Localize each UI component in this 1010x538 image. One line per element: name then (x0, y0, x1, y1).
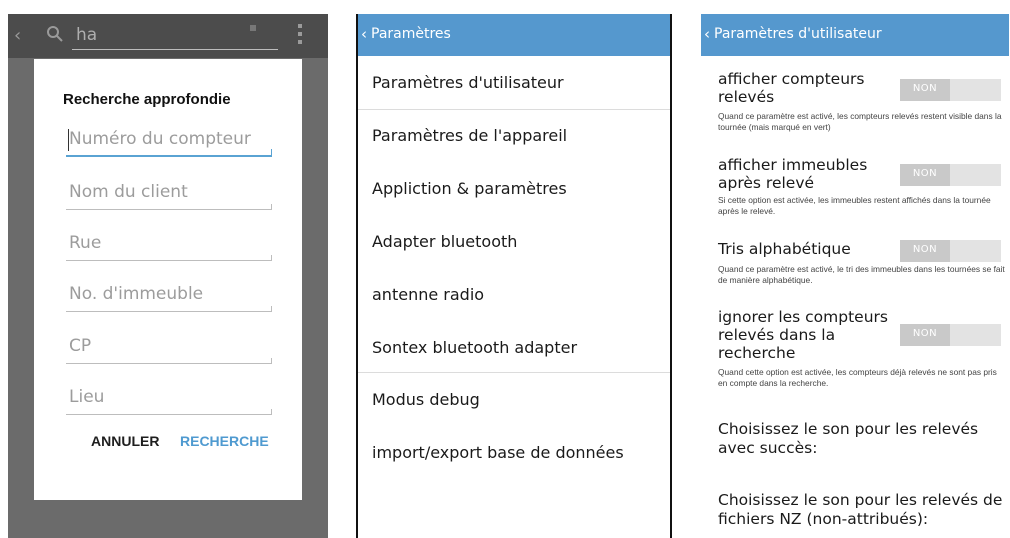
menu-item-debug-mode[interactable]: Modus debug (358, 373, 670, 426)
cancel-button[interactable]: ANNULER (91, 433, 159, 449)
dialog-title: Recherche approfondie (63, 91, 231, 108)
setting-title: afficher immeubles après relevé (718, 156, 868, 192)
menu-item-application-settings[interactable]: Appliction & paramètres (358, 162, 670, 215)
meter-number-placeholder: Numéro du compteur (69, 129, 251, 149)
menu-item-label: Modus debug (372, 390, 480, 409)
toggle-state-label: NON (912, 244, 938, 255)
setting-description: Quand ce paramètre est activé, les compt… (718, 111, 1002, 132)
setting-description: Quand cette option est activée, les comp… (718, 367, 997, 388)
settings-title-bar[interactable]: ‹ Paramètres (358, 14, 670, 56)
setting-title: ignorer les compteurs relevés dans la re… (718, 308, 888, 362)
overflow-menu-icon[interactable] (298, 24, 302, 48)
back-chevron-icon[interactable]: ‹ (14, 25, 21, 46)
ignore-read-meters-toggle[interactable]: NON (900, 324, 1001, 346)
advanced-search-dialog: Recherche approfondie Numéro du compteur… (34, 59, 302, 500)
user-settings-title-bar[interactable]: ‹ Paramètres d'utilisateur (701, 14, 1009, 56)
customer-name-field[interactable]: Nom du client (66, 180, 272, 210)
customer-name-placeholder: Nom du client (69, 182, 188, 202)
settings-screen: ‹ Paramètres Paramètres d'utilisateur Pa… (356, 14, 672, 538)
menu-item-label: Paramètres de l'appareil (372, 126, 568, 145)
menu-item-import-export[interactable]: import/export base de données (358, 426, 670, 479)
search-query-text: ha (76, 25, 98, 45)
clear-query-icon[interactable] (250, 25, 256, 31)
setting-description: Quand ce paramètre est activé, le tri de… (718, 264, 1005, 285)
menu-item-label: Paramètres d'utilisateur (372, 73, 564, 92)
menu-item-radio-antenna[interactable]: antenne radio (358, 268, 670, 321)
search-query-field[interactable]: ha (72, 22, 278, 50)
menu-item-bluetooth-adapter[interactable]: Adapter bluetooth (358, 215, 670, 268)
setting-description: Si cette option est activée, les immeubl… (718, 195, 991, 216)
menu-item-label: antenne radio (372, 285, 485, 304)
back-chevron-icon[interactable]: ‹ (361, 25, 367, 43)
setting-title: Tris alphabétique (718, 240, 851, 258)
toggle-state-label: NON (912, 328, 938, 339)
city-field[interactable]: Lieu (66, 385, 272, 415)
search-screen: ‹ ha Recherche approfondie Numéro du com… (8, 14, 328, 538)
settings-title: Paramètres (371, 26, 451, 42)
menu-item-device-settings[interactable]: Paramètres de l'appareil (358, 109, 670, 162)
search-action-bar: ‹ ha (8, 14, 328, 58)
user-settings-screen: ‹ Paramètres d'utilisateur afficher comp… (701, 14, 1009, 538)
search-button[interactable]: RECHERCHE (180, 433, 269, 449)
menu-item-label: import/export base de données (372, 443, 624, 462)
sound-success-setting[interactable]: Choisissez le son pour les relevés avec … (718, 420, 1006, 458)
search-icon (47, 26, 63, 42)
building-number-field[interactable]: No. d'immeuble (66, 282, 272, 312)
menu-item-label: Appliction & paramètres (372, 179, 567, 198)
building-number-placeholder: No. d'immeuble (69, 284, 204, 304)
sound-nz-setting[interactable]: Choisissez le son pour les relevés de fi… (718, 491, 1006, 529)
street-field[interactable]: Rue (66, 231, 272, 261)
setting-title: afficher compteurs relevés (718, 70, 865, 106)
show-buildings-toggle[interactable]: NON (900, 164, 1001, 186)
toggle-state-label: NON (912, 83, 938, 94)
menu-item-user-settings[interactable]: Paramètres d'utilisateur (358, 56, 670, 109)
postal-code-field[interactable]: CP (66, 334, 272, 364)
menu-item-sontex-adapter[interactable]: Sontex bluetooth adapter (358, 321, 670, 374)
show-read-meters-toggle[interactable]: NON (900, 79, 1001, 101)
city-placeholder: Lieu (69, 387, 105, 407)
meter-number-field[interactable]: Numéro du compteur (66, 127, 272, 157)
toggle-state-label: NON (912, 168, 938, 179)
back-chevron-icon[interactable]: ‹ (704, 25, 710, 43)
alphabetical-sort-toggle[interactable]: NON (900, 240, 1001, 262)
menu-item-label: Sontex bluetooth adapter (372, 338, 578, 357)
user-settings-title: Paramètres d'utilisateur (714, 26, 882, 42)
street-placeholder: Rue (69, 233, 102, 253)
postal-code-placeholder: CP (69, 336, 92, 356)
menu-item-label: Adapter bluetooth (372, 232, 518, 251)
